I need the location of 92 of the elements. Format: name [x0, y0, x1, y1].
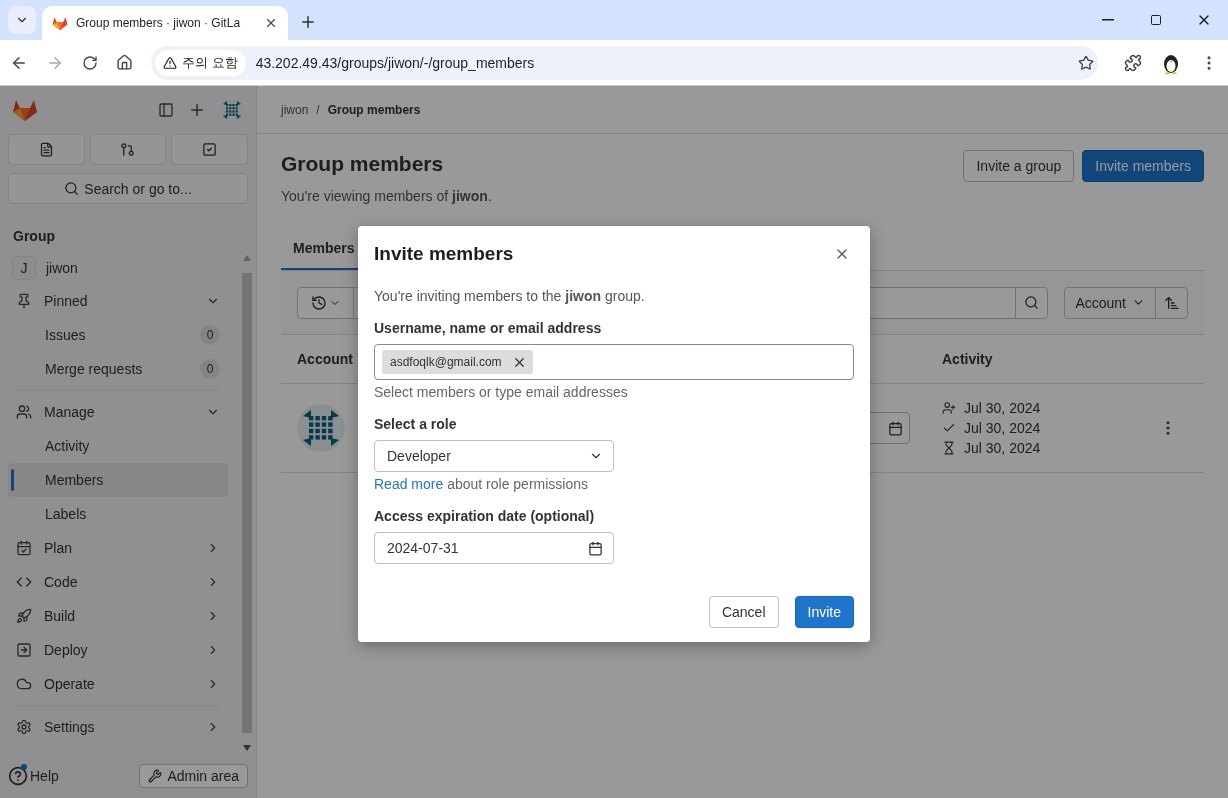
page-subtitle: You're viewing members of jiwon.: [281, 188, 493, 204]
read-more-link[interactable]: Read more: [374, 476, 444, 492]
plus-icon: [299, 13, 317, 31]
star-icon[interactable]: [1078, 54, 1094, 71]
sidebar-heading: Group: [12, 227, 56, 246]
help-link[interactable]: Help: [8, 766, 59, 786]
field-help: about role permissions: [447, 476, 588, 492]
search-icon: [64, 181, 80, 196]
notification-dot: [21, 764, 27, 770]
issues-button[interactable]: [8, 134, 85, 165]
activity-icon: [942, 421, 956, 435]
browser-tab[interactable]: Group members · jiwon · GitLa: [42, 6, 288, 40]
nav-section-icon: [16, 293, 32, 309]
merge-requests-button[interactable]: [89, 134, 167, 165]
nav-item[interactable]: Issues 0: [8, 318, 228, 352]
calendar-icon: [588, 540, 603, 556]
nav-item[interactable]: Activity: [8, 429, 228, 463]
nav-section-icon: [16, 404, 32, 420]
security-warning-chip[interactable]: 주의 요함: [155, 49, 246, 76]
maximize-icon: [1150, 14, 1162, 26]
checkbox-icon: [202, 142, 218, 157]
email-token[interactable]: asdfoqlk@gmail.com: [382, 350, 533, 374]
column-header: Activity: [942, 351, 993, 367]
nav-section[interactable]: Deploy: [8, 633, 228, 667]
nav-section[interactable]: Plan: [8, 531, 228, 565]
group-avatar: J: [12, 256, 36, 280]
nav-section-icon: [16, 608, 32, 624]
home-icon[interactable]: [116, 54, 133, 71]
column-header: Account: [297, 351, 353, 367]
nav-item[interactable]: Merge requests 0: [8, 352, 228, 386]
scroll-down-icon[interactable]: [243, 745, 251, 751]
username-field[interactable]: asdfoqlk@gmail.com: [374, 344, 854, 380]
nav-item[interactable]: Labels: [8, 497, 228, 531]
sort-icon: [1163, 294, 1180, 311]
nav-section-icon: [16, 676, 32, 692]
user-avatar[interactable]: [220, 98, 244, 122]
invite-group-button[interactable]: Invite a group: [963, 150, 1075, 182]
activity-icon: [942, 401, 956, 415]
tab-favicon-icon: [52, 15, 68, 31]
reload-icon[interactable]: [82, 54, 98, 71]
count-badge: 0: [200, 325, 220, 345]
nav-section[interactable]: Build: [8, 599, 228, 633]
role-select[interactable]: Developer: [374, 440, 614, 472]
invite-members-button[interactable]: Invite members: [1082, 150, 1204, 182]
nav-section[interactable]: Operate: [8, 667, 228, 701]
nav-section-icon: [16, 642, 32, 658]
member-avatar: [297, 404, 345, 452]
breadcrumb-separator: /: [316, 102, 320, 117]
breadcrumb-link[interactable]: jiwon: [281, 102, 309, 117]
address-bar[interactable]: 주의 요함 43.202.49.43/groups/jiwon/-/group_members: [151, 45, 1098, 80]
activity-icon: [942, 441, 956, 455]
merge-request-icon: [120, 142, 136, 157]
calendar-icon: [888, 420, 903, 436]
search-icon[interactable]: [1024, 295, 1040, 310]
group-item[interactable]: J jiwon: [8, 252, 228, 284]
history-icon[interactable]: [310, 294, 327, 311]
cancel-button[interactable]: Cancel: [708, 596, 779, 628]
gitlab-logo[interactable]: [12, 98, 38, 122]
document-icon: [38, 142, 54, 157]
page-title: Group members: [281, 152, 445, 176]
activity-date: Jul 30, 2024: [964, 440, 1041, 456]
field-label: Select a role: [374, 416, 458, 432]
count-badge: 0: [200, 359, 220, 379]
field-help: Select members or type email addresses: [374, 384, 629, 400]
sidebar-toggle-icon[interactable]: [158, 102, 174, 118]
search-button[interactable]: Search or go to...: [8, 173, 248, 204]
dialog-title: Invite members: [374, 243, 514, 265]
date-field[interactable]: 2024-07-31: [374, 532, 614, 564]
minimize-icon: [1102, 19, 1114, 21]
close-icon[interactable]: [264, 16, 278, 30]
field-label: Username, name or email address: [374, 320, 603, 336]
nav-section[interactable]: Settings: [8, 710, 228, 744]
plus-icon[interactable]: [188, 101, 206, 119]
nav-section-icon: [16, 574, 32, 590]
breadcrumb-link[interactable]: Group members: [327, 102, 421, 117]
activity-date: Jul 30, 2024: [964, 400, 1041, 416]
todo-button[interactable]: [171, 134, 248, 165]
invite-button[interactable]: Invite: [794, 596, 854, 628]
wrench-icon: [148, 769, 163, 783]
nav-section[interactable]: Pinned: [8, 284, 228, 318]
warning-icon: [163, 55, 177, 70]
nav-section[interactable]: Code: [8, 565, 228, 599]
activity-date: Jul 30, 2024: [964, 420, 1041, 436]
help-icon: [8, 766, 28, 786]
nav-section-icon: [16, 719, 32, 735]
field-label: Access expiration date (optional): [374, 508, 596, 524]
admin-area-button[interactable]: Admin area: [139, 764, 248, 788]
dialog-intro: You're inviting members to the jiwon group.: [374, 288, 646, 304]
nav-item[interactable]: Members: [8, 463, 228, 497]
puzzle-icon[interactable]: [1124, 53, 1142, 72]
nav-section-icon: [16, 540, 32, 556]
nav-section[interactable]: Manage: [8, 395, 228, 429]
